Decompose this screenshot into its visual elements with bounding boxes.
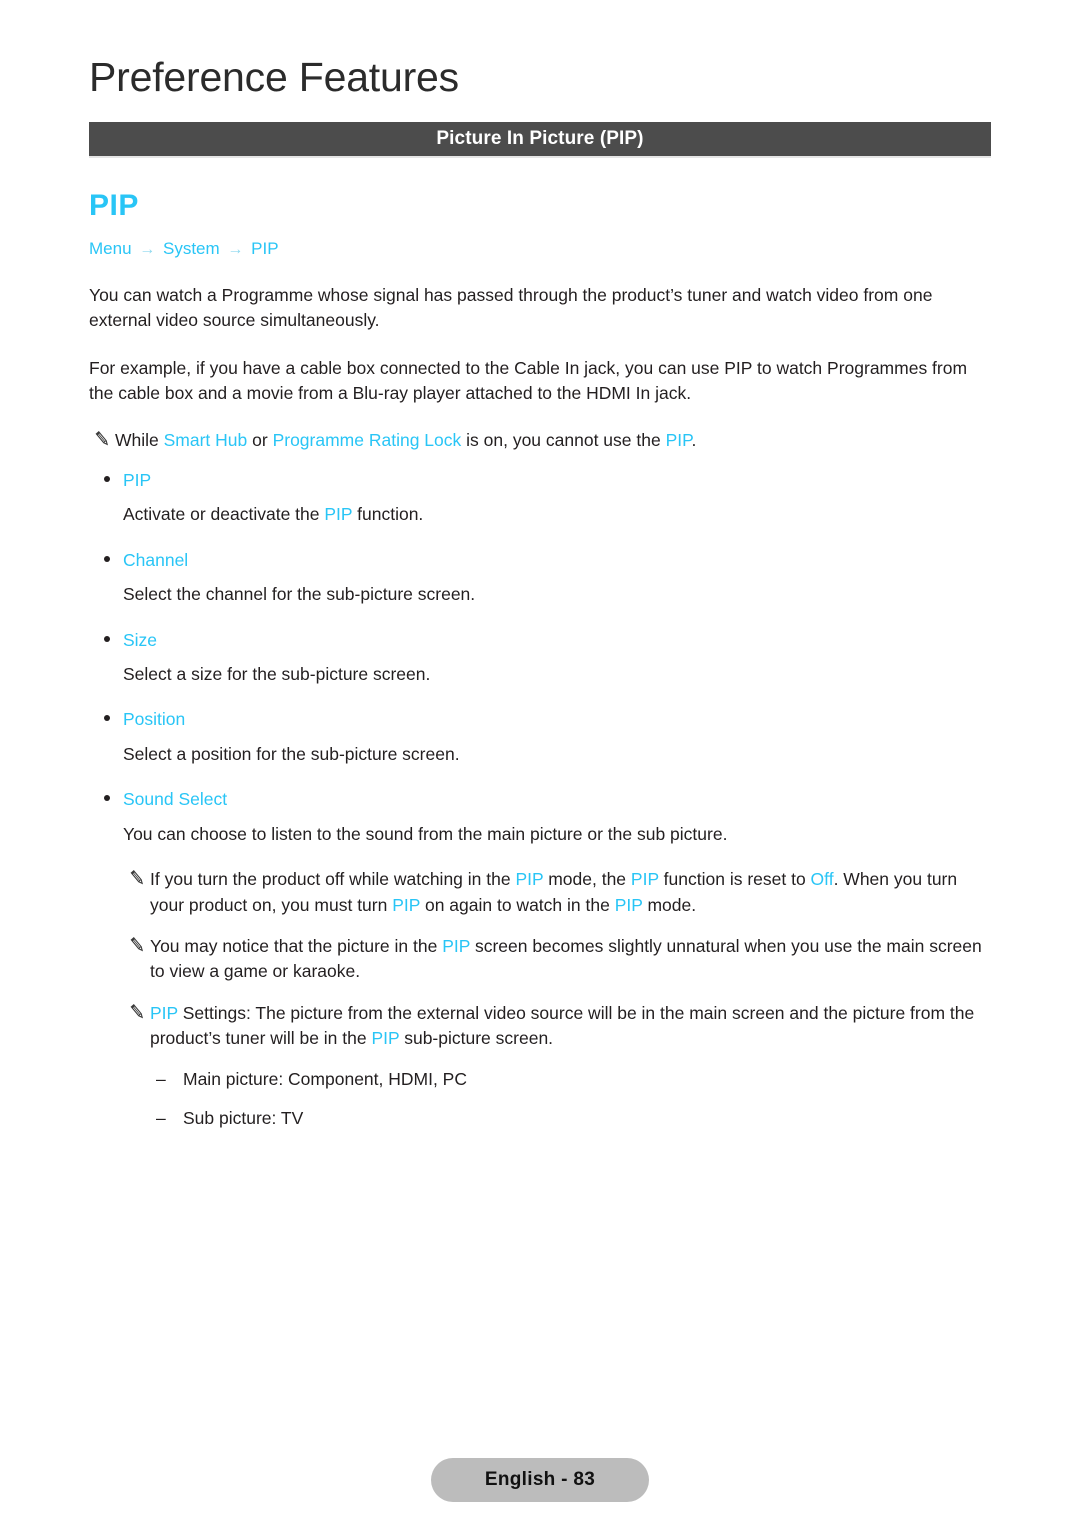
dash-item-label: Sub picture: TV — [183, 1107, 304, 1128]
breadcrumb-item-system[interactable]: System — [163, 239, 220, 258]
option-label[interactable]: PIP — [123, 468, 151, 493]
note-power-off-text: If you turn the product off while watchi… — [150, 867, 991, 918]
note-text-segment: sub-picture screen. — [399, 1028, 554, 1049]
note-unnatural-text: You may notice that the picture in the P… — [150, 934, 991, 985]
note-smart-hub: While Smart Hub or Programme Rating Lock… — [89, 428, 991, 453]
note-text-segment: While — [115, 430, 164, 451]
document-page: Preference Features Picture In Picture (… — [0, 0, 1080, 1534]
link-smart-hub[interactable]: Smart Hub — [164, 430, 248, 450]
option-label[interactable]: Channel — [123, 548, 188, 573]
option-description-size: Select a size for the sub-picture screen… — [123, 664, 431, 685]
arrow-right-icon: → — [227, 241, 244, 258]
desc-segment: function. — [352, 504, 424, 525]
page-footer: English - 83 — [0, 1458, 1080, 1502]
list-item-option-position: Position — [104, 707, 1080, 732]
note-text-segment: Settings: The picture from the external … — [150, 1002, 975, 1049]
breadcrumb-item-menu[interactable]: Menu — [89, 239, 132, 258]
section-header-bar: Picture In Picture (PIP) — [89, 122, 991, 156]
inline-highlight-pip: PIP — [515, 869, 544, 890]
link-pip[interactable]: PIP — [666, 430, 692, 450]
note-settings-text: PIP Settings: The picture from the exter… — [150, 1001, 991, 1052]
note-unnatural-picture: You may notice that the picture in the P… — [124, 934, 991, 985]
arrow-right-icon: → — [139, 241, 156, 258]
inline-highlight-pip: PIP — [150, 1002, 178, 1023]
note-text-segment: You may notice that the picture in the — [150, 935, 443, 956]
paragraph-intro: You can watch a Programme whose signal h… — [89, 284, 933, 331]
pencil-note-icon — [124, 1003, 146, 1026]
pencil-note-icon — [124, 870, 146, 892]
bullet-dot-icon — [104, 555, 110, 562]
dash-mark-icon: – — [156, 1107, 166, 1128]
note-text-segment: function is reset to — [658, 869, 811, 890]
note-text-segment: . — [691, 430, 697, 451]
inline-highlight-pip: PIP — [324, 504, 353, 525]
inline-highlight-pip: PIP — [392, 894, 421, 915]
breadcrumb: Menu → System → PIP — [89, 238, 1080, 261]
note-text-segment: on again to watch in the — [420, 894, 615, 915]
note-pip-settings: PIP Settings: The picture from the exter… — [124, 1001, 991, 1052]
dash-mark-icon: – — [156, 1069, 166, 1090]
bullet-dot-icon — [104, 635, 110, 642]
bullet-dot-icon — [104, 475, 110, 482]
desc-segment: Activate or deactivate the — [123, 504, 325, 525]
note-text-segment: is on, you cannot use the — [461, 430, 666, 451]
breadcrumb-item-pip[interactable]: PIP — [251, 239, 278, 258]
pencil-note-icon — [124, 936, 146, 959]
note-text-segment: mode, the — [543, 869, 631, 890]
feature-heading: PIP — [89, 189, 139, 222]
note-power-off: If you turn the product off while watchi… — [124, 867, 991, 918]
inline-highlight-pip: PIP — [442, 935, 471, 956]
pencil-note-icon — [89, 431, 111, 453]
paragraph-example: For example, if you have a cable box con… — [89, 357, 968, 404]
list-item-option-size: Size — [104, 628, 1080, 653]
page-title: Preference Features — [89, 54, 459, 100]
option-description-sound-select: You can choose to listen to the sound fr… — [123, 823, 728, 844]
dash-item-label: Main picture: Component, HDMI, PC — [183, 1069, 467, 1090]
option-label[interactable]: Position — [123, 707, 185, 732]
bullet-dot-icon — [104, 795, 110, 802]
option-description-channel: Select the channel for the sub-picture s… — [123, 584, 476, 605]
list-item-option-pip: PIP — [104, 468, 1080, 493]
inline-highlight-pip: PIP — [614, 894, 643, 915]
inline-highlight-off: Off — [810, 869, 834, 890]
note-text-segment: mode. — [642, 894, 697, 915]
option-label[interactable]: Sound Select — [123, 787, 227, 812]
section-header-label: Picture In Picture (PIP) — [436, 128, 644, 149]
option-description-pip: Activate or deactivate the PIP function. — [123, 502, 991, 527]
note-text-segment: If you turn the product off while watchi… — [150, 869, 516, 890]
list-item-main-picture: – Main picture: Component, HDMI, PC — [156, 1067, 1080, 1092]
option-label[interactable]: Size — [123, 628, 157, 653]
note-smart-hub-text: While Smart Hub or Programme Rating Lock… — [115, 428, 991, 453]
content-flow: Menu → System → PIP You can watch a Prog… — [0, 238, 1080, 1144]
note-text-segment: or — [247, 430, 273, 451]
bullet-dot-icon — [104, 715, 110, 722]
inline-highlight-pip: PIP — [630, 869, 659, 890]
option-description-position: Select a position for the sub-picture sc… — [123, 743, 460, 764]
link-programme-rating-lock[interactable]: Programme Rating Lock — [273, 430, 462, 450]
list-item-sub-picture: – Sub picture: TV — [156, 1106, 1080, 1131]
list-item-option-channel: Channel — [104, 548, 1080, 573]
footer-page-label: English - 83 — [430, 1458, 650, 1502]
inline-highlight-pip: PIP — [371, 1028, 400, 1049]
list-item-option-sound-select: Sound Select — [104, 787, 1080, 812]
